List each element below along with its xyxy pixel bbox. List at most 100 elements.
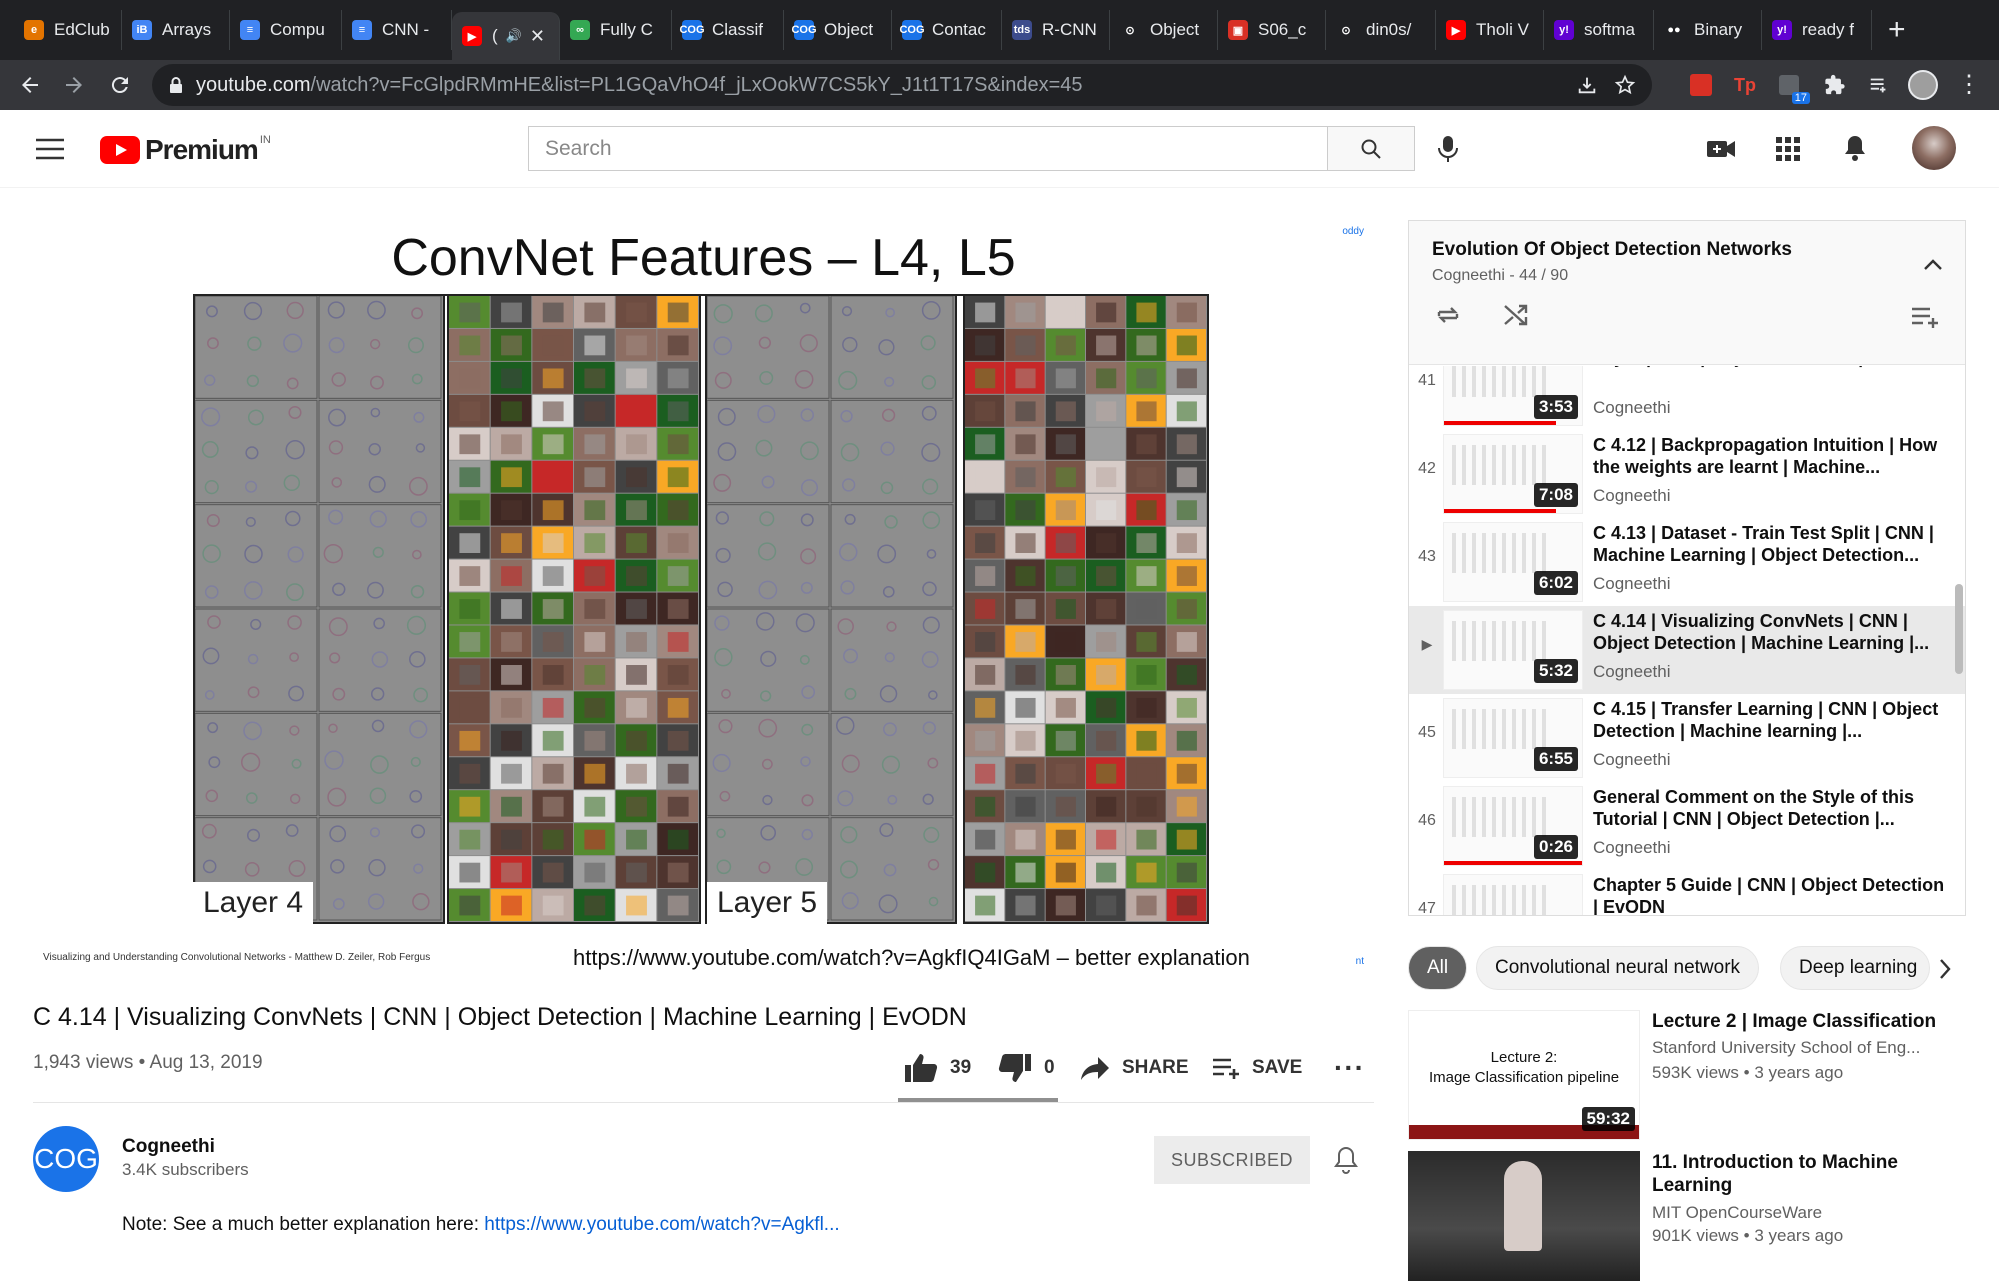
playlist-item-thumbnail[interactable]: 3:53: [1443, 366, 1583, 426]
playlist-item[interactable]: 45 6:55 C 4.15 | Transfer Learning | CNN |…: [1409, 694, 1965, 782]
playlist-item-thumbnail[interactable]: 6:02: [1443, 522, 1583, 602]
back-button[interactable]: [8, 63, 52, 107]
browser-tab[interactable]: ●● Binary: [1654, 10, 1762, 50]
tab-label: Fully C: [600, 20, 653, 39]
dislike-button[interactable]: 0: [998, 1048, 1055, 1088]
browser-tab[interactable]: ⊙ din0s/: [1326, 10, 1436, 50]
browser-tab[interactable]: y! softma: [1544, 10, 1654, 50]
tab-favicon-icon: COG: [679, 20, 705, 40]
new-tab-button[interactable]: +: [1872, 13, 1922, 47]
playlist-item-channel: Cogneethi: [1593, 750, 1671, 769]
extension-tp-icon[interactable]: Tp: [1728, 68, 1762, 102]
description-text: Note: See a much better explanation here…: [122, 1214, 485, 1235]
extension-pencil-icon[interactable]: [1684, 68, 1718, 102]
notifications-bell-icon[interactable]: [1843, 134, 1867, 162]
channel-name[interactable]: Cogneethi: [122, 1136, 215, 1158]
browser-tab[interactable]: ≡ Compu: [230, 10, 342, 50]
more-actions-button[interactable]: ···: [1334, 1048, 1365, 1088]
search-input[interactable]: Search: [528, 126, 1328, 171]
tab-label: EdClub: [54, 20, 110, 39]
share-button[interactable]: SHARE: [1080, 1048, 1189, 1088]
playlist-item-current[interactable]: ▶ 5:32 C 4.14 | Visualizing ConvNets | CNN…: [1409, 606, 1965, 694]
logo-text: Premium: [145, 134, 259, 165]
playlist-title[interactable]: Evolution Of Object Detection Networks: [1432, 239, 1792, 261]
playlist-item[interactable]: 41 3:53 Layer | CNN | Object Detection |..…: [1409, 366, 1965, 430]
recommendation-item[interactable]: 11. Introduction to Machine Learning MIT…: [1408, 1151, 1966, 1281]
playlist-item-thumbnail[interactable]: 7:08: [1443, 434, 1583, 514]
playlist-item-thumbnail[interactable]: 0:26: [1443, 786, 1583, 866]
tab-audio-icon[interactable]: 🔊: [506, 28, 522, 44]
youtube-logo[interactable]: Premium IN: [100, 134, 271, 166]
thumbs-up-icon: [905, 1054, 938, 1082]
tab-close-icon[interactable]: ✕: [530, 26, 545, 47]
search-button[interactable]: [1327, 126, 1415, 171]
recommendation-item[interactable]: Lecture 2: Image Classification pipeline…: [1408, 1010, 1966, 1142]
browser-tab[interactable]: ▣ S06_c: [1218, 10, 1326, 50]
recommendation-channel[interactable]: Stanford University School of Eng...: [1652, 1038, 1920, 1058]
url-field[interactable]: youtube.com/watch?v=FcGlpdRMmHE&list=PL1…: [152, 64, 1652, 106]
browser-tab[interactable]: iB Arrays: [122, 10, 230, 50]
description-link[interactable]: https://www.youtube.com/watch?v=Agkfl...: [484, 1214, 839, 1235]
hamburger-menu-icon[interactable]: [36, 138, 64, 160]
slide-citation: Visualizing and Understanding Convolutio…: [43, 952, 431, 963]
browser-tab[interactable]: ▶ Tholi V: [1436, 10, 1544, 50]
like-button[interactable]: 39: [904, 1048, 971, 1088]
browser-tab[interactable]: COG Object: [784, 10, 892, 50]
slide-corner-text: nt: [1355, 956, 1364, 967]
recommendation-title[interactable]: Lecture 2 | Image Classification: [1652, 1010, 1952, 1033]
browser-tab[interactable]: tds R-CNN: [1002, 10, 1110, 50]
playlist-item[interactable]: 46 0:26 General Comment on the Style of th…: [1409, 782, 1965, 870]
playlist-add-icon[interactable]: [1911, 305, 1941, 329]
browser-tab[interactable]: ⊙ Object: [1110, 10, 1218, 50]
recommendation-title[interactable]: 11. Introduction to Machine Learning: [1652, 1151, 1952, 1197]
install-icon[interactable]: [1576, 74, 1598, 96]
recommendation-channel[interactable]: MIT OpenCourseWare: [1652, 1203, 1822, 1223]
playlist-header: Evolution Of Object Detection Networks C…: [1409, 221, 1965, 365]
playlist-item[interactable]: 47 0:30Chapter 5 Guide | CNN | Object Det…: [1409, 870, 1965, 915]
playlist-item-thumbnail[interactable]: 5:32: [1443, 610, 1583, 690]
reading-list-icon[interactable]: [1862, 68, 1896, 102]
browser-tab[interactable]: ∞ Fully C: [560, 10, 672, 50]
playlist-item[interactable]: 42 7:08 C 4.12 | Backpropagation Intuition…: [1409, 430, 1965, 518]
shuffle-icon[interactable]: [1503, 303, 1529, 327]
channel-avatar[interactable]: COG: [33, 1126, 99, 1192]
extension-counter-icon[interactable]: 17: [1772, 68, 1810, 104]
menu-dots-icon[interactable]: ⋮: [1952, 68, 1986, 102]
search-icon: [1361, 139, 1381, 159]
playlist-item[interactable]: 43 6:02 C 4.13 | Dataset - Train Test Spli…: [1409, 518, 1965, 606]
reload-button[interactable]: [98, 63, 142, 107]
recommendation-thumbnail[interactable]: Lecture 2: Image Classification pipeline…: [1408, 1010, 1640, 1140]
chevron-right-icon[interactable]: [1938, 958, 1952, 980]
tab-favicon-icon: iB: [132, 20, 152, 40]
profile-avatar[interactable]: [1906, 68, 1940, 102]
filter-chip[interactable]: Deep learning: [1780, 946, 1930, 990]
recommendation-meta: 901K views • 3 years ago: [1652, 1226, 1844, 1245]
video-player[interactable]: ConvNet Features – L4, L5 oddy Layer 4 L…: [33, 220, 1374, 975]
filter-chip[interactable]: Convolutional neural network: [1476, 946, 1760, 990]
filter-chip[interactable]: All: [1408, 946, 1468, 990]
loop-icon[interactable]: [1435, 303, 1461, 327]
browser-tab[interactable]: y! ready f: [1762, 10, 1872, 50]
create-video-icon[interactable]: [1706, 138, 1736, 160]
upload-date: Aug 13, 2019: [149, 1052, 263, 1073]
save-button[interactable]: SAVE: [1212, 1048, 1302, 1088]
browser-tab[interactable]: ≡ CNN -: [342, 10, 452, 50]
microphone-icon[interactable]: [1436, 134, 1460, 164]
browser-tab[interactable]: COG Contac: [892, 10, 1002, 50]
playlist-item-thumbnail[interactable]: 0:30: [1443, 874, 1583, 915]
browser-tab[interactable]: e EdClub: [14, 10, 122, 50]
star-icon[interactable]: [1614, 74, 1636, 96]
playlist-item-thumbnail[interactable]: 6:55: [1443, 698, 1583, 778]
subscribed-button[interactable]: SUBSCRIBED: [1154, 1136, 1310, 1184]
browser-tab[interactable]: COG Classif: [672, 10, 784, 50]
chevron-up-icon[interactable]: [1923, 257, 1943, 271]
user-avatar[interactable]: [1912, 126, 1956, 170]
recommendation-thumbnail[interactable]: [1408, 1151, 1640, 1281]
video-duration: 7:08: [1533, 483, 1578, 507]
forward-button[interactable]: [52, 63, 96, 107]
apps-grid-icon[interactable]: [1776, 137, 1800, 161]
extensions-puzzle-icon[interactable]: [1818, 68, 1852, 102]
browser-tab-active[interactable]: ▶ (🔊 ✕: [452, 12, 560, 60]
playlist-scrollbar[interactable]: [1955, 584, 1963, 674]
notification-bell-outline-icon[interactable]: [1333, 1145, 1359, 1175]
